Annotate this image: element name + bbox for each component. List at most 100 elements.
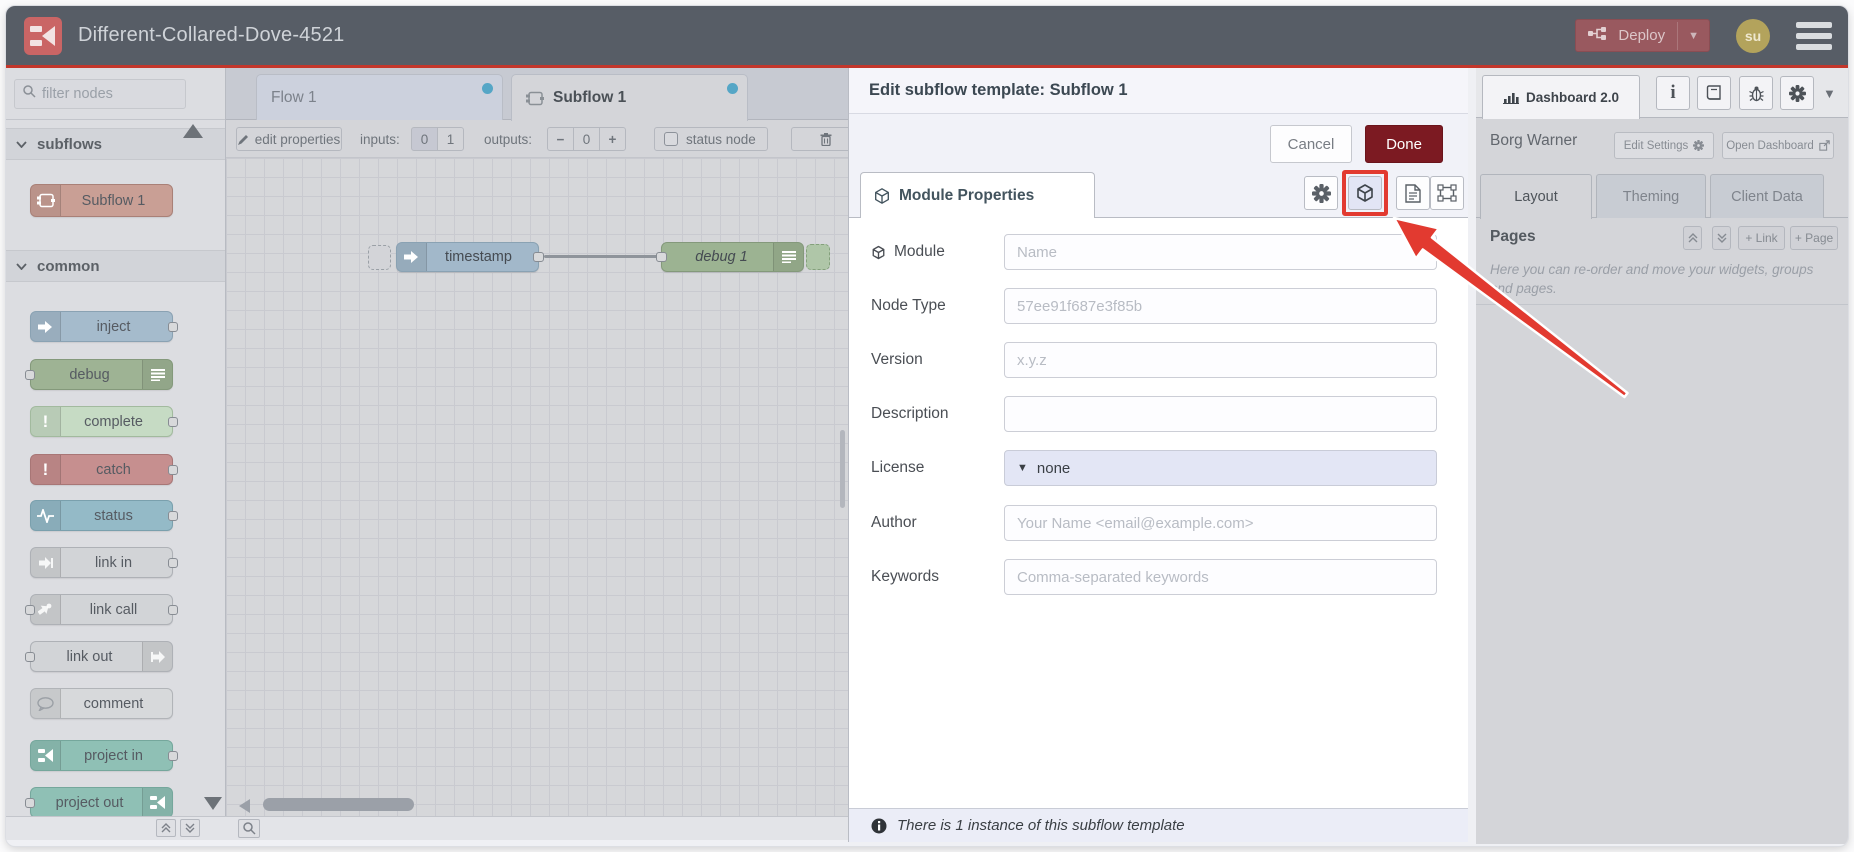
debug-tab-button[interactable] [1739, 76, 1773, 110]
inputs-1-button[interactable]: 1 [437, 127, 464, 151]
external-link-icon [1819, 140, 1830, 151]
user-avatar[interactable]: su [1736, 18, 1770, 53]
deploy-button[interactable]: Deploy ▼ [1575, 19, 1710, 52]
cancel-button[interactable]: Cancel [1270, 125, 1352, 163]
output-port [168, 417, 178, 427]
instance-note: There is 1 instance of this subflow temp… [897, 817, 1185, 834]
version-input[interactable] [1004, 342, 1437, 378]
outputs-plus-button[interactable]: + [599, 127, 626, 151]
canvas-footer [226, 816, 848, 840]
input-port [25, 652, 35, 662]
done-button[interactable]: Done [1365, 125, 1443, 163]
tab-dashboard-2[interactable]: Dashboard 2.0 [1482, 75, 1640, 119]
palette-scroll-up-icon[interactable] [183, 124, 203, 138]
add-page-button[interactable]: + Page [1790, 226, 1838, 250]
add-link-button[interactable]: + Link [1738, 226, 1785, 250]
edit-settings-button[interactable]: Edit Settings [1614, 132, 1714, 159]
tab-theming[interactable]: Theming [1596, 174, 1706, 218]
help-tab-button[interactable] [1697, 76, 1731, 110]
input-port[interactable] [656, 252, 667, 262]
flow-canvas[interactable]: timestamp debug 1 [226, 158, 848, 816]
debug-icon [773, 243, 803, 271]
properties-tab-button[interactable] [1304, 176, 1338, 210]
palette-node-link-out[interactable]: link out [25, 641, 173, 672]
subflow-output-stub[interactable] [806, 244, 830, 270]
inject-icon [397, 243, 427, 271]
debug-icon [142, 360, 172, 389]
move-down-button[interactable] [1712, 226, 1731, 250]
deploy-dropdown-caret[interactable]: ▼ [1677, 21, 1709, 50]
divider [1476, 304, 1848, 305]
open-dashboard-button[interactable]: Open Dashboard [1722, 132, 1834, 159]
workspace-column: Flow 1 Subflow 1 edit properties inputs:… [226, 68, 861, 840]
info-icon [871, 818, 887, 833]
wire[interactable] [544, 255, 662, 258]
palette-section-common[interactable]: common [6, 250, 225, 282]
output-port[interactable] [533, 252, 544, 262]
palette-node-inject[interactable]: inject [30, 311, 178, 342]
bar-chart-icon [1502, 93, 1519, 104]
palette-collapse-up-button[interactable] [156, 819, 176, 837]
canvas-horizontal-scrollbar[interactable] [263, 798, 414, 811]
palette-scroll-down-icon[interactable] [204, 797, 222, 810]
node-type-label: Node Type [871, 297, 946, 314]
palette-node-subflow-1[interactable]: Subflow 1 [30, 184, 173, 217]
edit-properties-button[interactable]: edit properties [236, 127, 342, 151]
module-properties-tab-button[interactable] [1348, 176, 1382, 210]
node-palette: subflows Subflow 1 common inject debug [6, 68, 229, 840]
keywords-label: Keywords [871, 568, 940, 585]
subflow-icon [31, 185, 61, 216]
main-menu-icon[interactable] [1796, 21, 1832, 50]
info-tab-button[interactable]: i [1656, 76, 1690, 110]
tab-subflow-1[interactable]: Subflow 1 [511, 74, 748, 121]
palette-node-project-out[interactable]: project out [25, 787, 173, 818]
status-node-checkbox[interactable] [664, 132, 678, 146]
sidebar-menu-caret[interactable]: ▼ [1823, 86, 1836, 101]
palette-node-complete[interactable]: ! complete [30, 406, 178, 437]
palette-filter[interactable] [14, 79, 229, 109]
subflow-icon [526, 91, 544, 106]
palette-node-status[interactable]: status [30, 500, 178, 531]
status-node-toggle[interactable]: status node [654, 127, 768, 151]
gear-icon [1788, 84, 1806, 102]
node-type-input[interactable] [1004, 288, 1437, 324]
tab-layout[interactable]: Layout [1480, 174, 1592, 219]
description-tab-button[interactable] [1396, 176, 1430, 210]
canvas-node-timestamp[interactable]: timestamp [396, 242, 544, 272]
palette-node-link-in[interactable]: link in [30, 547, 178, 578]
complete-icon: ! [31, 407, 61, 436]
inputs-0-button[interactable]: 0 [411, 127, 438, 151]
description-input[interactable] [1004, 396, 1437, 432]
config-tab-button[interactable] [1780, 76, 1814, 110]
canvas-zoom-button[interactable] [238, 819, 260, 838]
palette-node-catch[interactable]: ! catch [30, 454, 178, 485]
palette-filter-input[interactable] [42, 86, 229, 102]
outputs-count: 0 [573, 127, 600, 151]
palette-node-link-call[interactable]: link call [25, 594, 178, 625]
palette-footer [6, 816, 226, 840]
tab-flow-1[interactable]: Flow 1 [256, 74, 503, 120]
palette-node-project-in[interactable]: project in [30, 740, 178, 771]
move-up-button[interactable] [1683, 226, 1702, 250]
palette-collapse-down-button[interactable] [180, 819, 200, 837]
canvas-node-debug-1[interactable]: debug 1 [656, 242, 804, 272]
tray-resize-grip[interactable] [840, 430, 845, 508]
status-icon [31, 501, 61, 530]
output-port [168, 605, 178, 615]
tab-client-data[interactable]: Client Data [1710, 174, 1824, 218]
author-input[interactable] [1004, 505, 1437, 541]
palette-node-debug[interactable]: debug [25, 359, 173, 390]
tab-module-properties[interactable]: Module Properties [860, 172, 1095, 218]
trash-icon [820, 132, 832, 146]
appearance-tab-button[interactable] [1430, 176, 1464, 210]
catch-icon: ! [31, 455, 61, 484]
subflow-input-stub[interactable] [368, 245, 391, 270]
module-name-input[interactable] [1004, 234, 1437, 270]
module-label: Module [871, 243, 945, 261]
palette-node-comment[interactable]: comment [30, 688, 173, 719]
canvas-scroll-left-icon[interactable] [239, 799, 250, 813]
keywords-input[interactable] [1004, 559, 1437, 595]
gear-icon [1693, 140, 1705, 151]
license-select[interactable]: ▼ none [1004, 450, 1437, 486]
outputs-minus-button[interactable]: − [547, 127, 574, 151]
